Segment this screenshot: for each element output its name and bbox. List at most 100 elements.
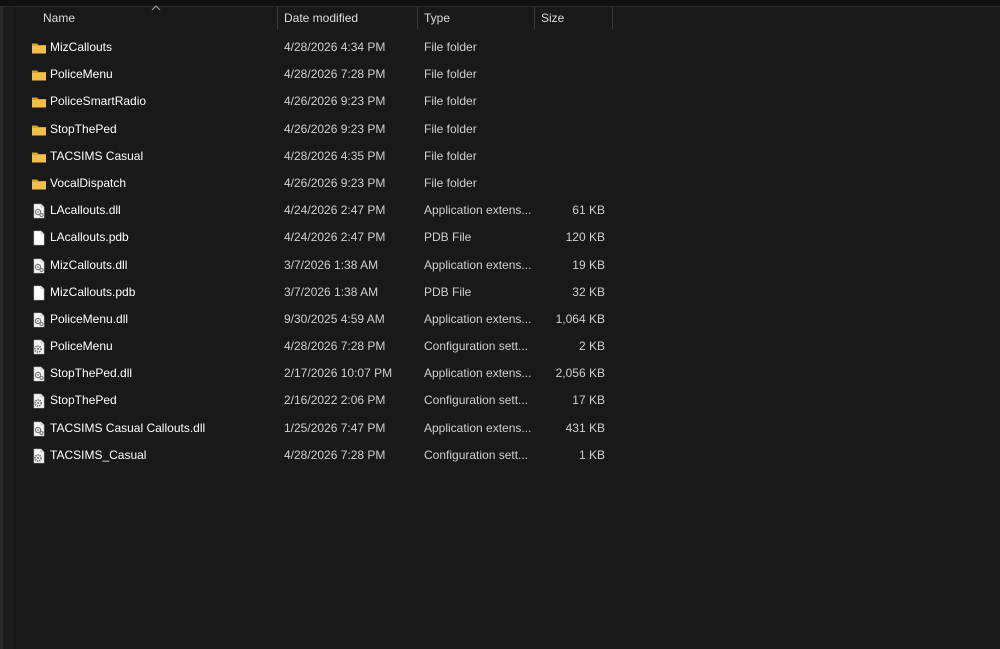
column-header-bar: Name Date modified Type Size (13, 5, 1000, 29)
config-file-icon (31, 339, 47, 355)
folder-icon (31, 94, 47, 110)
file-size: 431 KB (565, 420, 605, 435)
file-row[interactable]: TACSIMS Casual Callouts.dll 1/25/2026 7:… (13, 415, 1000, 442)
file-date-modified: 4/24/2026 2:47 PM (284, 230, 386, 245)
file-size: 1 KB (578, 447, 605, 462)
file-date-modified: 4/28/2026 7:28 PM (284, 339, 386, 354)
file-date-modified: 4/28/2026 7:28 PM (284, 447, 386, 462)
file-date-modified: 3/7/2026 1:38 AM (284, 284, 379, 299)
file-row[interactable]: TACSIMS_Casual 4/28/2026 7:28 PM Configu… (13, 442, 1000, 469)
file-type: File folder (424, 67, 477, 82)
file-name: LAcallouts.dll (50, 203, 121, 218)
file-type: Application extens... (424, 257, 532, 272)
blank-file-icon (31, 230, 47, 246)
file-type: Configuration sett... (424, 339, 529, 354)
file-name: MizCallouts.dll (50, 257, 128, 272)
column-header-size[interactable]: Size (535, 7, 612, 29)
file-row[interactable]: LAcallouts.dll 4/24/2026 2:47 PM Applica… (13, 197, 1000, 224)
file-type: File folder (424, 121, 477, 136)
file-row[interactable]: PoliceMenu 4/28/2026 7:28 PM Configurati… (13, 333, 1000, 360)
file-size: 17 KB (572, 393, 605, 408)
dll-file-icon (31, 203, 47, 219)
top-edge (0, 0, 1000, 7)
file-name: VocalDispatch (50, 175, 127, 190)
file-row[interactable]: MizCallouts 4/28/2026 4:34 PM File folde… (13, 34, 1000, 61)
file-size: 32 KB (572, 284, 605, 299)
file-size (540, 88, 605, 115)
file-row[interactable]: MizCallouts.dll 3/7/2026 1:38 AM Applica… (13, 252, 1000, 279)
file-type: File folder (424, 175, 477, 190)
file-type: Application extens... (424, 311, 532, 326)
file-row[interactable]: PoliceMenu.dll 9/30/2025 4:59 AM Applica… (13, 306, 1000, 333)
dll-file-icon (31, 366, 47, 382)
navigation-pane-splitter[interactable] (3, 7, 13, 649)
file-type: File folder (424, 94, 477, 109)
file-date-modified: 1/25/2026 7:47 PM (284, 420, 386, 435)
file-type: Application extens... (424, 420, 532, 435)
dll-file-icon (31, 258, 47, 274)
file-name: StopThePed (50, 393, 117, 408)
file-row[interactable]: StopThePed 2/16/2022 2:06 PM Configurati… (13, 387, 1000, 414)
file-size: 120 KB (565, 230, 605, 245)
column-header-size-label: Size (541, 11, 565, 25)
file-type: Configuration sett... (424, 447, 529, 462)
file-date-modified: 4/28/2026 4:35 PM (284, 148, 386, 163)
file-name: PoliceMenu (50, 339, 113, 354)
file-row[interactable]: LAcallouts.pdb 4/24/2026 2:47 PM PDB Fil… (13, 224, 1000, 251)
file-date-modified: 4/26/2026 9:23 PM (284, 121, 386, 136)
dll-file-icon (31, 421, 47, 437)
file-row[interactable]: MizCallouts.pdb 3/7/2026 1:38 AM PDB Fil… (13, 279, 1000, 306)
column-header-date[interactable]: Date modified (278, 7, 417, 29)
column-separator[interactable] (612, 7, 613, 29)
file-date-modified: 4/24/2026 2:47 PM (284, 203, 386, 218)
file-name: LAcallouts.pdb (50, 230, 129, 245)
file-name: StopThePed.dll (50, 366, 133, 381)
file-size (540, 143, 605, 170)
file-row[interactable]: PoliceSmartRadio 4/26/2026 9:23 PM File … (13, 88, 1000, 115)
file-size: 2,056 KB (555, 366, 605, 381)
folder-icon (31, 40, 47, 56)
column-header-type[interactable]: Type (418, 7, 534, 29)
file-size: 1,064 KB (555, 311, 605, 326)
file-size: 2 KB (578, 339, 605, 354)
file-date-modified: 9/30/2025 4:59 AM (284, 311, 385, 326)
file-explorer-window: Name Date modified Type Size MizCallouts… (0, 0, 1000, 649)
file-type: PDB File (424, 284, 472, 299)
file-size (540, 61, 605, 88)
file-row[interactable]: StopThePed 4/26/2026 9:23 PM File folder (13, 116, 1000, 143)
file-row[interactable]: PoliceMenu 4/28/2026 7:28 PM File folder (13, 61, 1000, 88)
file-date-modified: 4/26/2026 9:23 PM (284, 94, 386, 109)
file-name: TACSIMS Casual Callouts.dll (50, 420, 206, 435)
folder-icon (31, 67, 47, 83)
file-type: File folder (424, 40, 477, 54)
config-file-icon (31, 448, 47, 464)
file-size: 61 KB (572, 203, 605, 218)
file-name: PoliceMenu.dll (50, 311, 129, 326)
file-size: 19 KB (572, 257, 605, 272)
file-type: File folder (424, 148, 477, 163)
file-date-modified: 4/28/2026 7:28 PM (284, 67, 386, 82)
config-file-icon (31, 393, 47, 409)
file-name: PoliceSmartRadio (50, 94, 147, 109)
file-name: MizCallouts (50, 40, 113, 54)
file-type: PDB File (424, 230, 472, 245)
blank-file-icon (31, 285, 47, 301)
file-size (540, 170, 605, 197)
file-row[interactable]: StopThePed.dll 2/17/2026 10:07 PM Applic… (13, 360, 1000, 387)
file-row[interactable]: VocalDispatch 4/26/2026 9:23 PM File fol… (13, 170, 1000, 197)
folder-icon (31, 149, 47, 165)
file-date-modified: 4/26/2026 9:23 PM (284, 175, 386, 190)
file-name: TACSIMS Casual (50, 148, 144, 163)
file-size (540, 34, 605, 61)
file-type: Application extens... (424, 366, 532, 381)
file-size (540, 116, 605, 143)
column-header-type-label: Type (424, 11, 451, 25)
file-name: StopThePed (50, 121, 117, 136)
file-name: MizCallouts.pdb (50, 284, 136, 299)
column-header-date-label: Date modified (284, 11, 359, 25)
file-row[interactable]: TACSIMS Casual 4/28/2026 4:35 PM File fo… (13, 143, 1000, 170)
folder-icon (31, 122, 47, 138)
file-name: PoliceMenu (50, 67, 113, 82)
file-name: TACSIMS_Casual (50, 447, 147, 462)
file-date-modified: 3/7/2026 1:38 AM (284, 257, 379, 272)
